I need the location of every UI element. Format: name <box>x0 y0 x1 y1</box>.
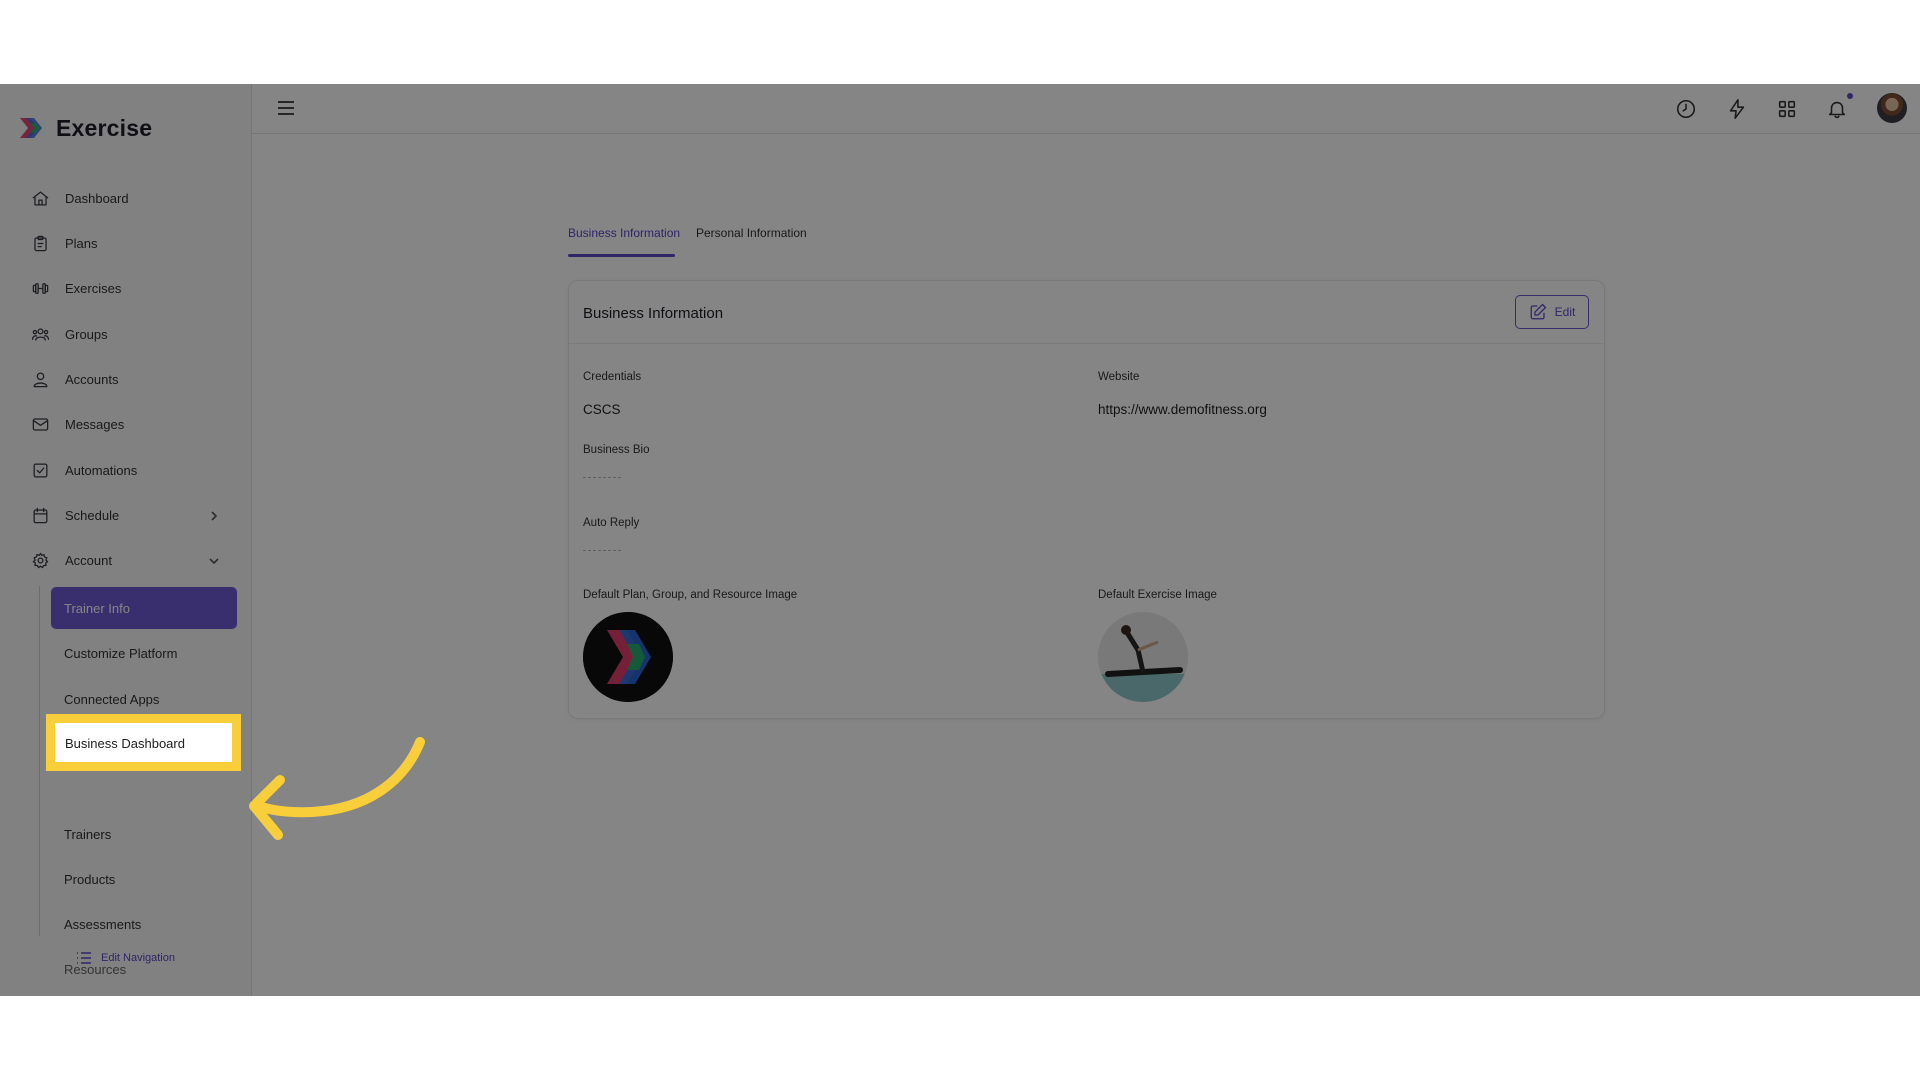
tab-business-information[interactable]: Business Information <box>568 226 680 240</box>
sidebar-subitem-label: Business Dashboard <box>65 736 185 751</box>
user-icon <box>30 369 50 389</box>
sidebar-item-exercises[interactable]: Exercises <box>30 274 121 302</box>
home-icon <box>30 188 50 208</box>
sidebar-item-label: Account <box>65 552 112 568</box>
clock-icon[interactable] <box>1675 98 1697 120</box>
sidebar-item-groups[interactable]: Groups <box>30 320 108 348</box>
tab-personal-information[interactable]: Personal Information <box>696 226 807 240</box>
chevron-right-icon[interactable] <box>208 509 220 521</box>
sidebar-item-account[interactable]: Account <box>30 546 112 574</box>
brand-logo-image <box>583 612 673 702</box>
auto-reply-label: Auto Reply <box>583 517 640 529</box>
default-exercise-image-label: Default Exercise Image <box>1098 589 1217 601</box>
sidebar-subitem-label: Trainer Info <box>64 600 130 616</box>
sidebar-subitem-products[interactable]: Products <box>64 865 115 893</box>
topbar <box>252 84 1920 134</box>
yoga-photo <box>1098 612 1188 702</box>
chevron-down-icon[interactable] <box>208 554 220 566</box>
clipboard-icon <box>30 233 50 253</box>
default-plan-image[interactable] <box>583 612 673 702</box>
sidebar-item-label: Messages <box>65 416 125 432</box>
sidebar-item-schedule[interactable]: Schedule <box>30 501 119 529</box>
brand[interactable]: Exercise <box>18 112 152 144</box>
business-information-card: Business Information Edit Credentials CS… <box>568 280 1605 719</box>
pointer-arrow-annotation <box>249 737 425 840</box>
sidebar-subitem-connected-apps[interactable]: Connected Apps <box>64 685 159 713</box>
sidebar-item-messages[interactable]: Messages <box>30 410 124 438</box>
dumbbell-icon <box>30 278 50 298</box>
users-icon <box>30 324 50 344</box>
gear-icon <box>30 550 50 570</box>
default-plan-image-label: Default Plan, Group, and Resource Image <box>583 589 798 601</box>
calendar-icon <box>30 505 50 525</box>
sidebar-item-label: Automations <box>65 462 138 478</box>
submenu-guide-line <box>39 586 40 936</box>
avatar[interactable] <box>1877 93 1907 123</box>
active-tab-indicator <box>568 254 675 257</box>
card-title: Business Information <box>583 305 724 322</box>
checkbox-icon <box>30 460 50 480</box>
website-label: Website <box>1098 371 1140 383</box>
menu-toggle-icon[interactable] <box>276 98 296 118</box>
sidebar-subitem-assessments[interactable]: Assessments <box>64 910 141 938</box>
edit-button[interactable]: Edit <box>1515 295 1589 329</box>
edit-button-label: Edit <box>1554 305 1576 319</box>
auto-reply-empty <box>583 550 621 552</box>
sidebar-subitem-resources[interactable]: Resources <box>64 955 126 983</box>
sidebar-item-label: Dashboard <box>65 190 129 206</box>
credentials-value: CSCS <box>583 402 621 417</box>
default-exercise-image[interactable] <box>1098 612 1188 702</box>
sidebar-item-label: Groups <box>65 326 108 342</box>
brand-logo-icon <box>20 118 42 138</box>
bell-icon[interactable] <box>1826 98 1848 120</box>
edit-icon <box>1530 303 1547 320</box>
app-window: Exercise Dashboard Plans Exercises Group… <box>0 84 1920 996</box>
sidebar: Exercise Dashboard Plans Exercises Group… <box>0 84 252 996</box>
notification-dot <box>1847 93 1853 99</box>
sidebar-item-automations[interactable]: Automations <box>30 456 137 484</box>
card-divider <box>569 343 1604 344</box>
sidebar-item-label: Exercises <box>65 280 122 296</box>
brand-name: Exercise <box>56 114 153 141</box>
sidebar-item-plans[interactable]: Plans <box>30 229 98 257</box>
business-bio-label: Business Bio <box>583 444 650 456</box>
sidebar-item-label: Accounts <box>65 371 119 387</box>
sidebar-subitem-customize-platform[interactable]: Customize Platform <box>64 639 177 667</box>
business-bio-empty <box>583 477 621 479</box>
sidebar-item-dashboard[interactable]: Dashboard <box>30 184 129 212</box>
sidebar-subitem-trainers[interactable]: Trainers <box>64 820 111 848</box>
mail-icon <box>30 414 50 434</box>
sidebar-item-label: Plans <box>65 235 98 251</box>
lightning-icon[interactable] <box>1726 98 1748 120</box>
sidebar-item-accounts[interactable]: Accounts <box>30 365 118 393</box>
sidebar-item-label: Schedule <box>65 507 120 523</box>
credentials-label: Credentials <box>583 371 642 383</box>
apps-grid-icon[interactable] <box>1776 98 1798 120</box>
website-value: https://www.demofitness.org <box>1098 402 1267 417</box>
